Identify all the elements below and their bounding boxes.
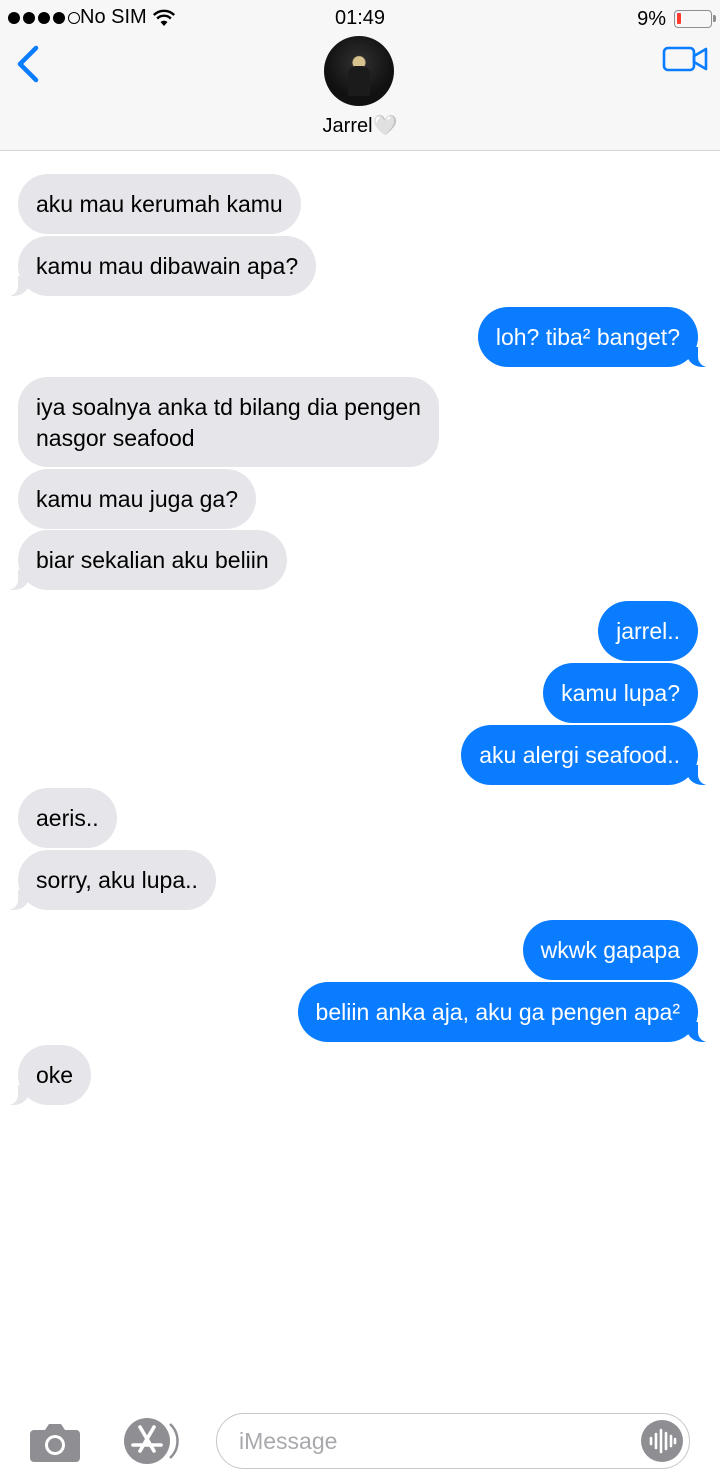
battery-percent: 9% [637, 8, 666, 30]
outgoing-message[interactable]: loh? tiba² banget? [477, 307, 715, 367]
outgoing-message[interactable]: aku alergi seafood.. [461, 725, 714, 785]
incoming-message[interactable]: kamu mau juga ga? [18, 469, 257, 529]
incoming-message[interactable]: aeris.. [18, 788, 117, 848]
message-text: sorry, aku lupa.. [36, 867, 198, 893]
audio-waveform-icon[interactable] [641, 1420, 683, 1462]
camera-icon[interactable] [28, 1420, 82, 1464]
outgoing-message[interactable]: kamu lupa? [543, 663, 698, 723]
message-text: beliin anka aja, aku ga pengen apa² [315, 999, 680, 1025]
message-text: nasgor seafood [36, 425, 195, 451]
message-text: aku mau kerumah kamu [36, 191, 283, 217]
message-text: biar sekalian aku beliin [36, 547, 269, 573]
outgoing-message[interactable]: jarrel.. [598, 601, 698, 661]
message-text: jarrel.. [616, 618, 680, 644]
message-text: kamu mau dibawain apa? [36, 253, 299, 279]
battery-icon [674, 10, 716, 28]
incoming-message[interactable]: kamu mau dibawain apa? [1, 236, 317, 296]
video-camera-icon[interactable] [662, 44, 708, 74]
contact-name[interactable]: Jarrel🤍 [0, 113, 720, 138]
incoming-message[interactable]: biar sekalian aku beliin [2, 530, 287, 590]
message-text: kamu mau juga ga? [36, 486, 239, 512]
incoming-message[interactable]: oke [1, 1045, 92, 1105]
outgoing-message[interactable]: wkwk gapapa [522, 920, 698, 980]
incoming-message[interactable]: sorry, aku lupa.. [2, 850, 216, 910]
message-text: aeris.. [36, 805, 99, 831]
app-store-icon[interactable] [118, 1416, 180, 1466]
contact-avatar[interactable] [324, 36, 394, 106]
incoming-message[interactable]: iya soalnya anka td bilang dia pengen na… [18, 377, 439, 467]
status-time: 01:49 [334, 7, 386, 29]
message-input-field[interactable] [216, 1413, 690, 1469]
message-input[interactable] [237, 1422, 621, 1460]
outgoing-message[interactable]: beliin anka aja, aku ga pengen apa² [297, 982, 715, 1042]
incoming-message[interactable]: aku mau kerumah kamu [18, 174, 301, 234]
message-text: oke [36, 1062, 74, 1088]
status-bar: No SIM 01:49 9% [0, 0, 720, 38]
message-text: iya soalnya anka td bilang dia pengen [36, 394, 421, 420]
chevron-left-icon[interactable] [14, 44, 44, 84]
message-text: kamu lupa? [561, 680, 680, 706]
message-text: loh? tiba² banget? [495, 324, 680, 350]
message-text: wkwk gapapa [540, 937, 680, 963]
message-text: aku alergi seafood.. [479, 742, 680, 768]
